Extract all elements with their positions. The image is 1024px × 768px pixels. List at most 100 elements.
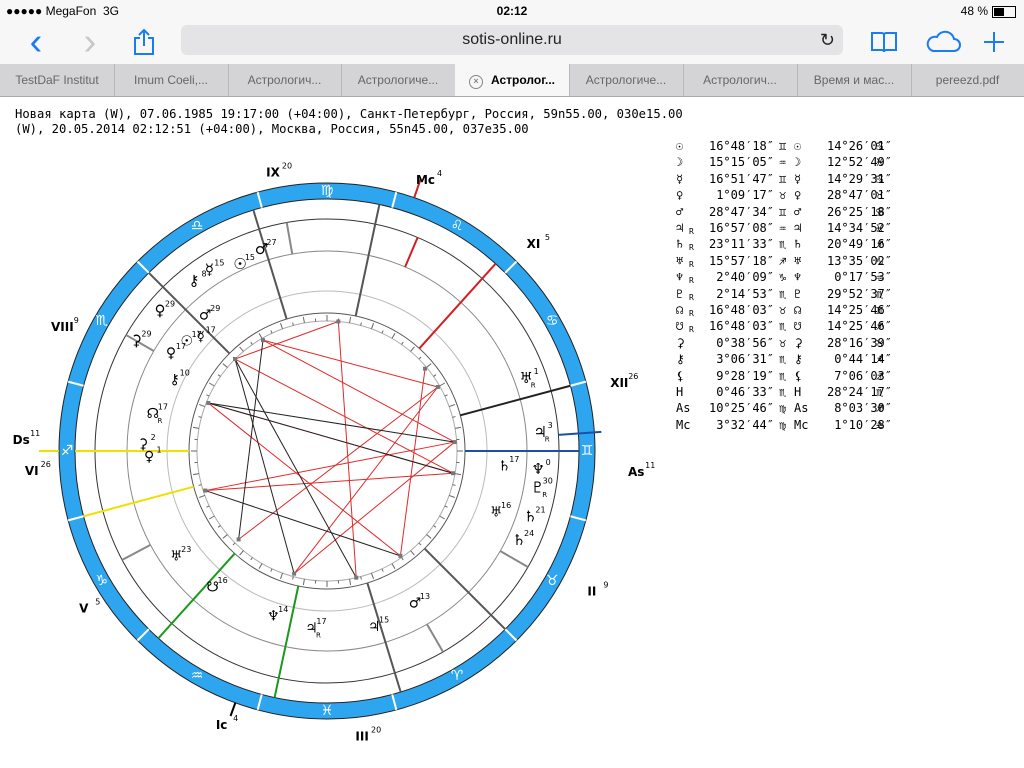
aspect-endpoint [423,366,428,371]
house-label-degree: 11 [645,461,655,470]
cell-s2: ♑ [876,253,884,268]
cell-g2: ⚷ [794,352,803,367]
cell-g1: ⚷ [676,352,685,367]
position-row: ⚷ 3°06′31″ ♏ ⚷ 0°44′14″ ♐ [676,352,1006,368]
natal-planet-degree: 10 [180,369,190,378]
cell-s1: ♉ [779,303,787,317]
natal-planet-degree: 17 [509,455,519,464]
tab-label: Время и мас... [813,73,895,87]
cell-g2: ☊ [794,303,802,317]
position-row: ☿ 16°51′47″ ♊ ☿ 14°29′31″ ♋ [676,172,1006,188]
tab-8[interactable]: Время и мас... [797,64,912,96]
cell-s1: ♉ [779,188,787,203]
position-row: ♄ R 23°11′33″ ♏ ♄ 20°49′16″ ♐ [676,237,1006,253]
house-label-degree: 9 [74,316,79,325]
aspect-endpoint [452,440,457,445]
aspect-endpoint [451,471,456,476]
cell-g2: ♆ [794,270,802,285]
cell-g2: As [794,401,809,416]
position-row: ⚳ 0°38′56″ ♉ ⚳ 28°16′39″ ♉ [676,336,1006,352]
natal-planet-degree: 23 [181,545,191,554]
positions-table: ☉ 16°48′18″ ♊ ☉ 14°26′01″ ♋ ☽ 15°15′05″ ♒ ☽ 12°52′… [676,139,1006,439]
cell-s1: ♊ [779,204,787,219]
cell-v1: 15°15′05″ [708,155,774,170]
house-label-degree: 26 [628,372,638,381]
cell-r1: R [689,309,694,318]
cell-v1: 15°57′18″ [708,253,774,268]
house-label-degree: 9 [603,580,608,589]
house-label: II [587,584,596,598]
aspect-endpoint [354,575,359,580]
zodiac-sign-glyph: ♍ [321,183,334,199]
house-label: Mc [416,173,435,187]
cell-v1: 3°06′31″ [716,352,774,367]
tab-7[interactable]: Астрологич... [683,64,798,96]
cell-r1: R [689,325,694,335]
transit-planet-degree: 27 [266,238,276,247]
tab-label: Астрологиче... [585,73,667,87]
share-button[interactable] [126,26,162,58]
cell-g1: ♃ [676,221,684,235]
tab-9[interactable]: pereezd.pdf [911,64,1024,96]
position-row: ♇ R 2°14′53″ ♏ ♇ 29°52′37″ ♏ [676,287,1006,303]
house-label-degree: 5 [95,597,100,606]
cell-s1: ♐ [779,253,787,268]
aspect-endpoint [233,357,238,362]
transit-planet-glyph: ⚷ [189,271,200,289]
cell-v1: 1°09′17″ [716,188,774,203]
icloud-tabs-button[interactable] [921,26,965,58]
retrograde-mark: R [157,417,162,425]
transit-planet-degree: 8 [201,269,206,278]
position-row: ♅ R 15°57′18″ ♐ ♅ 13°35′02″ ♑ [676,254,1006,270]
cell-r1: R [689,292,694,302]
natal-planet-degree: 15 [379,615,389,624]
cell-g1: ☊ [676,303,684,317]
zodiac-sign-glyph: ♑ [96,573,109,589]
house-label: V [79,601,89,615]
cell-g1: ♀ [676,188,684,203]
position-row: H 0°46′33″ ♏ H 28°24′17″ ♏ [676,385,1006,401]
cell-g2: ☽ [794,155,802,170]
tab-4[interactable]: Астрологиче... [341,64,456,96]
cell-v1: 9°28′19″ [716,368,774,383]
forward-button[interactable]: › [72,23,108,61]
aspect-endpoint [435,385,440,389]
tab-label: Астрологиче... [357,73,439,87]
book-icon [871,32,897,53]
cell-g1: As [676,401,691,416]
close-tab-icon[interactable]: × [468,75,483,89]
cell-s2: ♋ [876,204,884,219]
cell-s2: ♐ [876,319,884,334]
natal-chart-wheel: ♋♌♍♎♏♐♑♒♓♈♉♊IX 20Mc 4XI 5XII 26As 11II 9III 20I… [13,162,656,744]
zodiac-sign-glyph: ♓ [321,703,334,719]
position-row: Mc 3°32′44″ ♍ Mc 1°10′28″ ♎ [676,418,1006,434]
transit-planet-glyph: ♆ [531,460,544,478]
tab-2[interactable]: Imum Coeli,... [114,64,229,96]
reload-icon[interactable]: ↻ [820,25,835,55]
battery-percent: 48 % [960,4,988,18]
tab-5[interactable]: × Астролог... [455,64,570,96]
natal-planet-degree: 16 [217,576,227,585]
natal-planet-glyph: ⚷ [170,372,180,388]
cell-s1: ♏ [779,368,787,383]
transit-planet-degree: 1 [534,367,539,376]
tab-3[interactable]: Астрологич... [228,64,342,96]
transit-planet-degree: 29 [165,299,175,308]
retrograde-mark: R [542,491,547,499]
cell-v1: 16°48′03″ [708,303,774,317]
back-button[interactable]: ‹ [18,23,54,61]
natal-planet-degree: 16 [501,501,511,510]
cell-s2: ♉ [876,188,884,203]
address-bar[interactable]: sotis-online.ru ↻ [181,25,843,55]
house-label: III [355,729,368,743]
cell-r1: R [689,227,694,236]
tab-6[interactable]: Астрологиче... [569,64,684,96]
house-label: As [628,465,644,479]
new-tab-button[interactable] [976,26,1012,58]
zodiac-sign-glyph: ♒ [191,668,204,684]
plus-icon [984,32,1004,52]
bookmarks-button[interactable] [866,26,902,58]
cell-g1: ☽ [676,155,684,170]
tab-1[interactable]: TestDaF Institut [0,64,115,96]
cell-v1: 23°11′33″ [708,237,774,252]
